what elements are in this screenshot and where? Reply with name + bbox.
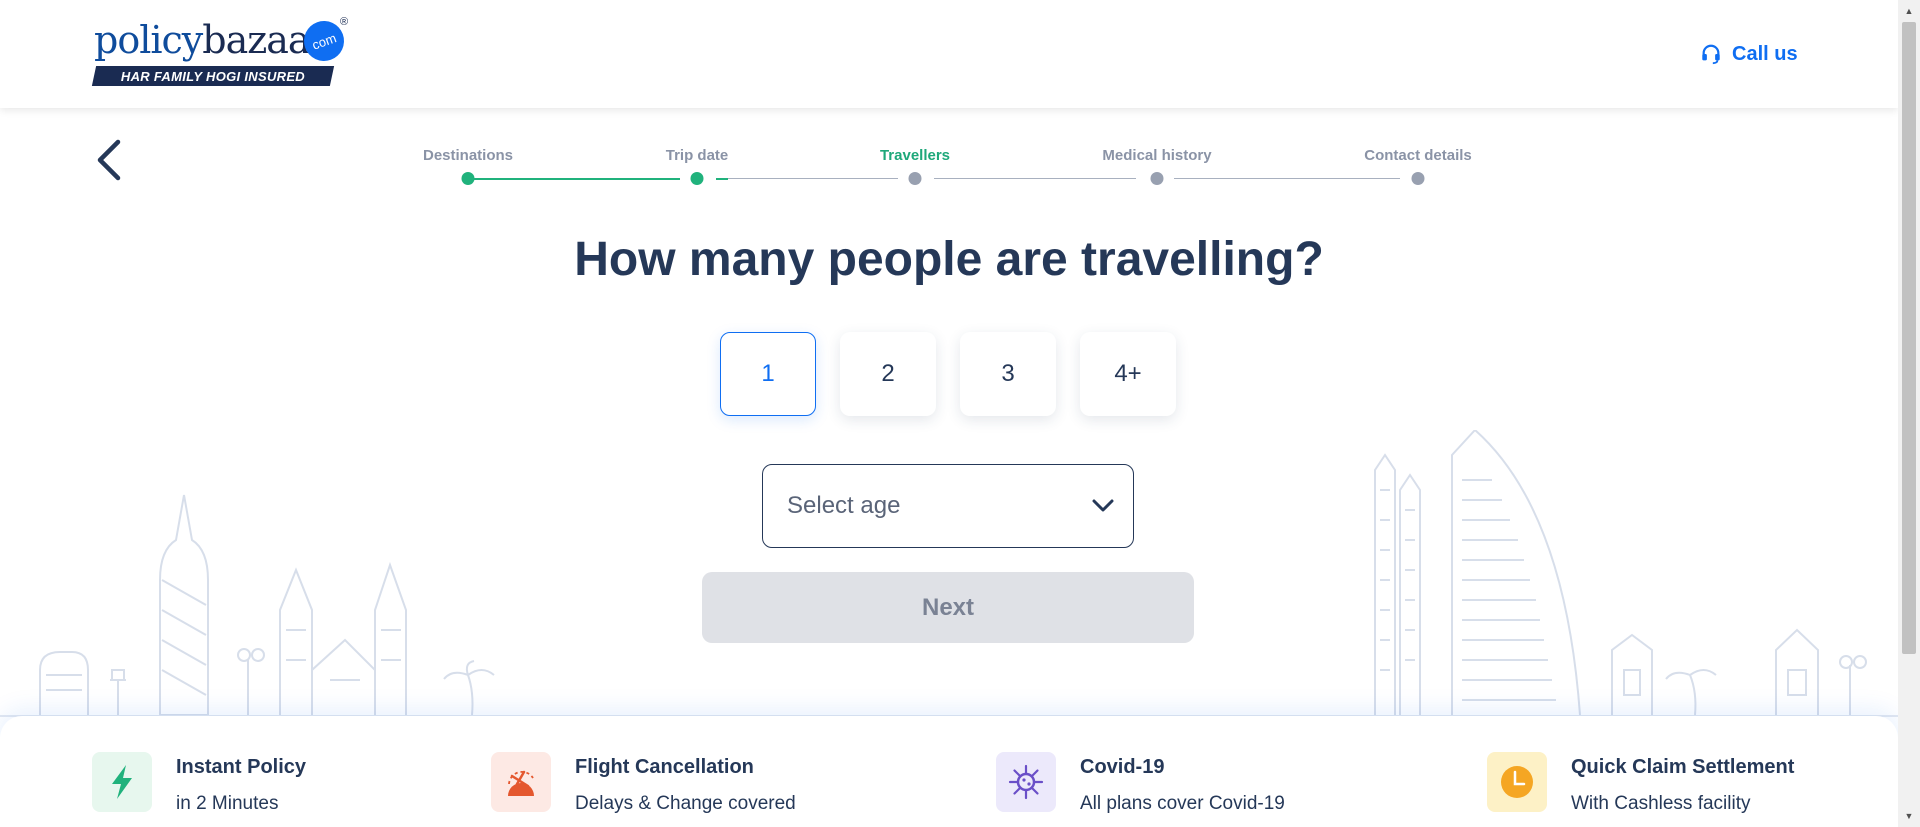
flight-cancel-icon <box>491 752 551 812</box>
step-connector <box>728 178 898 179</box>
feature-subtitle: All plans cover Covid-19 <box>1080 793 1285 814</box>
header: policybazaar com ® HAR FAMILY HOGI INSUR… <box>0 0 1898 108</box>
virus-icon <box>996 752 1056 812</box>
feature-subtitle: in 2 Minutes <box>176 793 279 814</box>
step-contact-details-label: Contact details <box>1364 147 1472 164</box>
feature-instant-policy: Instant Policy in 2 Minutes <box>92 752 306 815</box>
page-scrollbar[interactable]: ▲ ▼ <box>1898 0 1920 827</box>
step-travellers-label: Travellers <box>879 147 951 164</box>
logo-wordmark: policybazaar <box>94 18 328 62</box>
step-medical-history-dot <box>1150 172 1164 185</box>
lightning-icon <box>92 752 152 812</box>
age-select-dropdown[interactable]: Select age <box>762 464 1134 548</box>
step-connector <box>1174 178 1400 179</box>
call-us-label: Call us <box>1732 42 1798 65</box>
step-destinations-label[interactable]: Destinations <box>423 147 513 164</box>
step-contact-details-dot <box>1411 172 1425 185</box>
step-connector <box>472 178 680 180</box>
clock-icon <box>1487 752 1547 812</box>
logo-registered-mark: ® <box>340 16 349 28</box>
scroll-thumb[interactable] <box>1902 22 1916 654</box>
policybazaar-logo[interactable]: policybazaar com ® HAR FAMILY HOGI INSUR… <box>91 15 354 88</box>
age-select-placeholder: Select age <box>787 492 901 519</box>
scroll-down-arrow-icon[interactable]: ▼ <box>1898 807 1920 825</box>
page-title: How many people are travelling? <box>574 233 1324 286</box>
step-trip-date-dot <box>690 172 704 185</box>
step-connector <box>716 178 728 180</box>
chevron-down-icon <box>1092 499 1114 512</box>
headset-icon <box>1702 44 1720 65</box>
feature-subtitle: With Cashless facility <box>1571 793 1751 814</box>
traveller-count-1-button[interactable]: 1 <box>720 332 816 416</box>
traveller-count-options: 1 2 3 4+ <box>720 332 1176 416</box>
call-us-link[interactable]: Call us <box>1700 40 1798 68</box>
feature-title: Quick Claim Settlement <box>1571 756 1795 778</box>
step-trip-date-label[interactable]: Trip date <box>666 147 729 164</box>
step-connector <box>934 178 1136 179</box>
traveller-count-2-button[interactable]: 2 <box>840 332 936 416</box>
traveller-count-3-button[interactable]: 3 <box>960 332 1056 416</box>
features-bar: Instant Policy in 2 Minutes Flight Cance… <box>0 716 1898 827</box>
step-destinations-dot <box>461 172 475 185</box>
feature-covid-19: Covid-19 All plans cover Covid-19 <box>996 752 1285 815</box>
feature-title: Covid-19 <box>1080 756 1165 778</box>
step-travellers-dot <box>908 172 922 185</box>
scroll-up-arrow-icon[interactable]: ▲ <box>1898 2 1920 20</box>
traveller-count-4-plus-button[interactable]: 4+ <box>1080 332 1176 416</box>
step-medical-history-label: Medical history <box>1102 147 1212 164</box>
feature-subtitle: Delays & Change covered <box>575 793 796 814</box>
feature-title: Flight Cancellation <box>575 756 754 778</box>
feature-quick-claim-settlement: Quick Claim Settlement With Cashless fac… <box>1487 752 1794 815</box>
progress-stepper: Destinations Trip date Travellers Medica… <box>0 140 1898 190</box>
feature-title: Instant Policy <box>176 756 307 778</box>
feature-flight-cancellation: Flight Cancellation Delays & Change cove… <box>491 752 796 815</box>
logo-tagline: HAR FAMILY HOGI INSURED <box>91 66 335 86</box>
next-button[interactable]: Next <box>702 572 1194 643</box>
